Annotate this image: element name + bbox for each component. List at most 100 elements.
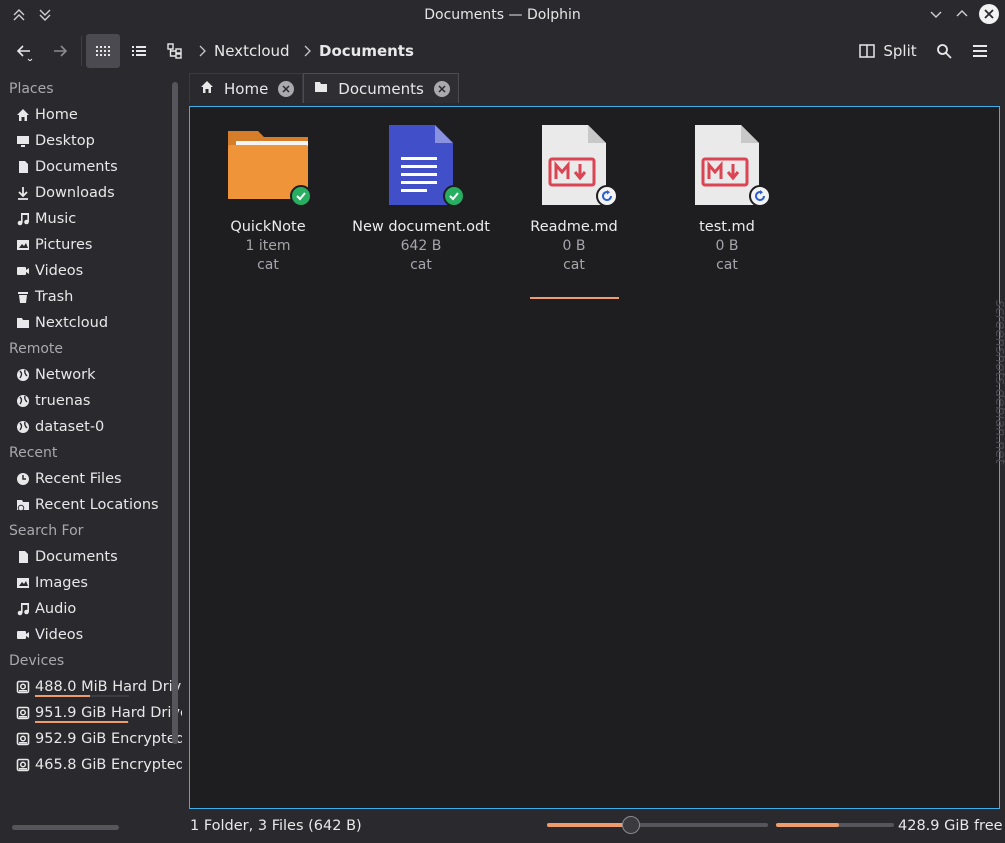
watermark: screenshots.debian.net (992, 300, 1005, 464)
sidebar-item-label: Recent Files (35, 471, 122, 487)
document-icon (16, 550, 30, 564)
tab-documents[interactable]: Documents (303, 73, 459, 103)
file-owner: cat (257, 257, 279, 273)
file-item-quicknote[interactable]: QuickNote 1 item cat (193, 117, 343, 273)
breadcrumb-documents[interactable]: Documents (303, 34, 414, 68)
sidebar-item-label: Home (35, 107, 78, 123)
sidebar-item-desktop[interactable]: Desktop (0, 128, 182, 154)
split-view-button[interactable]: Split (858, 34, 918, 68)
details-view-button[interactable] (124, 34, 154, 68)
hamburger-menu-button[interactable] (966, 34, 994, 68)
close-tab-button[interactable] (278, 80, 295, 97)
close-tab-button[interactable] (433, 80, 450, 97)
chevron-right-icon (198, 45, 206, 57)
sidebar-item-videos[interactable]: Videos (0, 622, 182, 648)
status-text: 1 Folder, 3 Files (642 B) (190, 818, 362, 834)
recent-locations-icon (16, 498, 30, 512)
sidebar-item-truenas[interactable]: truenas (0, 388, 182, 414)
sidebar-item-label: Documents (35, 159, 118, 175)
keep-below-icon[interactable] (36, 6, 54, 24)
music-icon (16, 602, 30, 616)
places-horizontal-scrollbar[interactable] (12, 825, 119, 830)
sidebar-item-465-8-gib-encrypted-drive[interactable]: 465.8 GiB Encrypted Drive (0, 752, 182, 778)
places-scrollbar[interactable] (172, 82, 178, 744)
sidebar-item-label: Trash (35, 289, 74, 305)
sidebar-section-recent[interactable]: Recent (0, 440, 182, 466)
sidebar-item-documents[interactable]: Documents (0, 544, 182, 570)
download-icon (16, 186, 30, 200)
file-item-test[interactable]: test.md 0 B cat (652, 117, 802, 273)
tab-home[interactable]: Home (189, 73, 304, 103)
sidebar-item-label: Documents (35, 549, 118, 565)
zoom-slider-handle[interactable] (621, 816, 640, 834)
sidebar-section-search-for[interactable]: Search For (0, 518, 182, 544)
disk-space-fill (776, 823, 839, 827)
sidebar-section-places[interactable]: Places (0, 76, 182, 102)
folder-icon (16, 316, 30, 330)
sidebar-item-audio[interactable]: Audio (0, 596, 182, 622)
back-button[interactable] (10, 34, 38, 68)
close-window-button[interactable] (979, 4, 999, 24)
drive-usage-bar (35, 695, 129, 697)
sidebar-item-488-0-mib-hard-drive[interactable]: 488.0 MiB Hard Drive (0, 674, 182, 700)
sidebar-item-trash[interactable]: Trash (0, 284, 182, 310)
home-icon (200, 80, 214, 98)
tree-view-button[interactable] (160, 34, 190, 68)
sidebar-item-label: Desktop (35, 133, 95, 149)
sidebar-item-images[interactable]: Images (0, 570, 182, 596)
breadcrumb-label: Documents (319, 42, 414, 60)
sidebar-item-downloads[interactable]: Downloads (0, 180, 182, 206)
zoom-slider[interactable] (547, 816, 768, 834)
sidebar-item-home[interactable]: Home (0, 102, 182, 128)
sidebar-item-label: 488.0 MiB Hard Drive (35, 679, 182, 695)
breadcrumb-nextcloud[interactable]: Nextcloud (198, 34, 290, 68)
file-view[interactable]: QuickNote 1 item cat New document.odt 64… (189, 106, 1000, 809)
minimize-icon[interactable] (927, 5, 945, 23)
free-space-label: 428.9 GiB free (898, 818, 1003, 834)
sidebar-item-label: Recent Locations (35, 497, 159, 513)
globe-icon (16, 368, 30, 382)
file-item-readme[interactable]: Readme.md 0 B cat (499, 117, 649, 273)
document-icon (16, 160, 30, 174)
sidebar-item-nextcloud[interactable]: Nextcloud (0, 310, 182, 336)
folder-icon (314, 80, 328, 98)
sidebar-item-label: Network (35, 367, 96, 383)
file-size: 0 B (562, 238, 586, 254)
sidebar-section-remote[interactable]: Remote (0, 336, 182, 362)
icons-view-button[interactable] (86, 34, 120, 68)
search-button[interactable] (930, 34, 958, 68)
sidebar-item-documents[interactable]: Documents (0, 154, 182, 180)
markdown-file-icon (679, 117, 775, 213)
sidebar-item-network[interactable]: Network (0, 362, 182, 388)
maximize-icon[interactable] (953, 5, 971, 23)
clock-icon (16, 472, 30, 486)
sidebar-item-label: Pictures (35, 237, 93, 253)
sidebar-section-devices[interactable]: Devices (0, 648, 182, 674)
file-name: test.md (699, 219, 755, 235)
markdown-file-icon (526, 117, 622, 213)
video-icon (16, 628, 30, 642)
sidebar-item-recent-files[interactable]: Recent Files (0, 466, 182, 492)
sidebar-item-pictures[interactable]: Pictures (0, 232, 182, 258)
sidebar-item-label: 951.9 GiB Hard Drive (35, 705, 182, 721)
sidebar-item-952-9-gib-encrypted-drive[interactable]: 952.9 GiB Encrypted Drive (0, 726, 182, 752)
sidebar-item-dataset-0[interactable]: dataset-0 (0, 414, 182, 440)
sidebar-item-recent-locations[interactable]: Recent Locations (0, 492, 182, 518)
sidebar-item-label: Images (35, 575, 88, 591)
odt-document-icon (373, 117, 469, 213)
sidebar-item-music[interactable]: Music (0, 206, 182, 232)
split-label: Split (883, 42, 917, 60)
music-icon (16, 212, 30, 226)
keep-above-icon[interactable] (10, 6, 28, 24)
sidebar-item-label: Nextcloud (35, 315, 109, 331)
sidebar-item-951-9-gib-hard-drive[interactable]: 951.9 GiB Hard Drive (0, 700, 182, 726)
drive-icon (16, 758, 30, 772)
file-owner: cat (716, 257, 738, 273)
sidebar-item-label: Downloads (35, 185, 115, 201)
file-name: New document.odt (352, 219, 490, 235)
sidebar-item-label: Music (35, 211, 77, 227)
forward-button[interactable] (46, 34, 74, 68)
file-item-new-document[interactable]: New document.odt 642 B cat (346, 117, 496, 273)
sidebar-item-videos[interactable]: Videos (0, 258, 182, 284)
window-title: Documents — Dolphin (424, 7, 581, 23)
